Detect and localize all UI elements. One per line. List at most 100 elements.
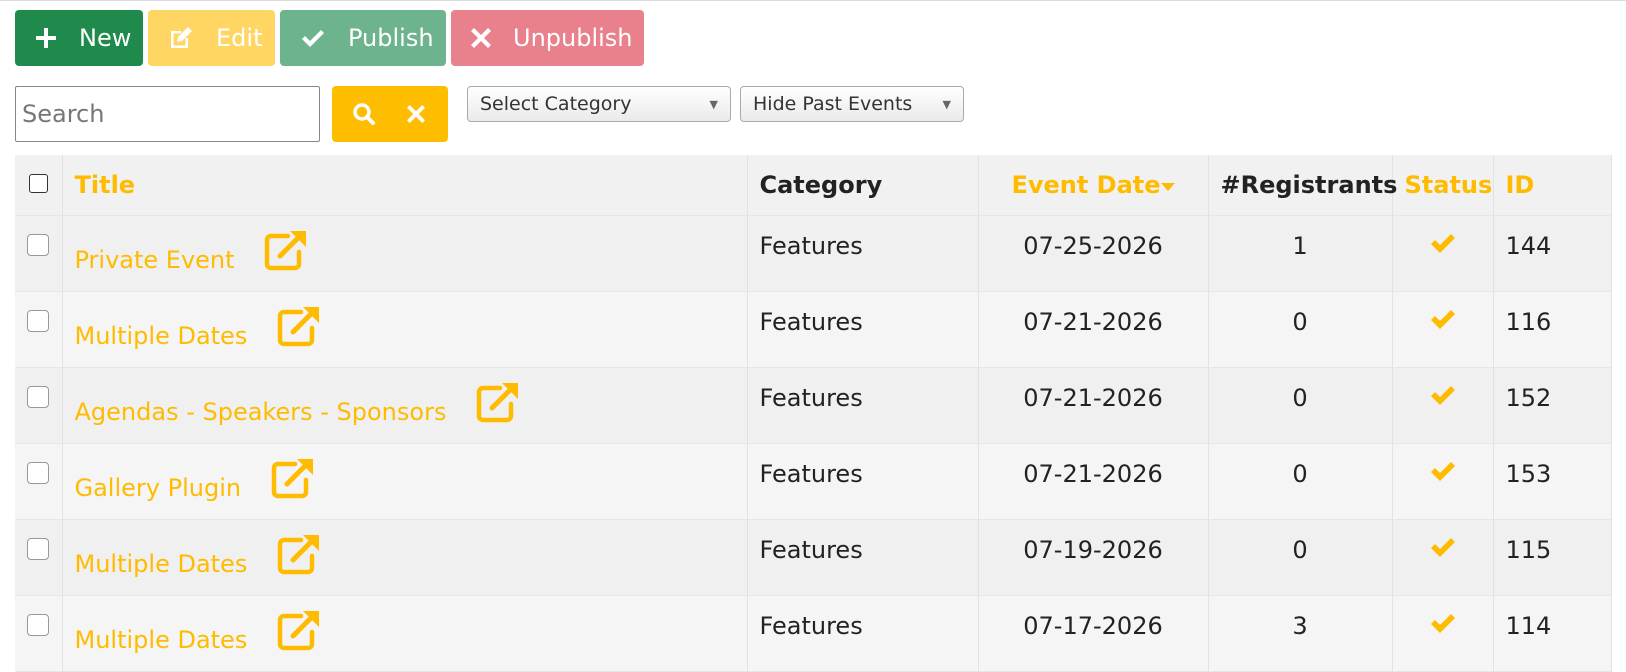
clear-search-icon[interactable] bbox=[396, 94, 436, 134]
check-icon[interactable] bbox=[1430, 308, 1456, 336]
external-link-icon[interactable] bbox=[269, 456, 317, 506]
event-title-link[interactable]: Multiple Dates bbox=[75, 322, 248, 350]
title-cell: Private Event bbox=[62, 215, 748, 292]
table-row: Multiple Dates Features 07-21-2026 0 116 bbox=[15, 291, 1612, 368]
publish-button[interactable]: Publish bbox=[280, 10, 446, 66]
chevron-down-icon: ▼ bbox=[942, 97, 951, 111]
external-link-icon[interactable] bbox=[262, 228, 310, 278]
row-checkbox-cell bbox=[15, 595, 63, 672]
filter-bar: Select Category ▼ Hide Past Events ▼ bbox=[15, 86, 964, 142]
past-events-select-value: Hide Past Events bbox=[753, 93, 913, 115]
event-date-cell: 07-19-2026 bbox=[978, 519, 1209, 596]
edit-button-label: Edit bbox=[216, 24, 263, 52]
row-checkbox[interactable] bbox=[27, 385, 50, 408]
external-link-icon[interactable] bbox=[275, 532, 323, 582]
row-checkbox-cell bbox=[15, 367, 63, 444]
event-date-cell: 07-21-2026 bbox=[978, 367, 1209, 444]
external-link-icon[interactable] bbox=[275, 608, 323, 658]
category-cell: Features bbox=[747, 291, 979, 368]
edit-icon bbox=[168, 25, 194, 51]
select-all-cell bbox=[15, 155, 63, 216]
check-icon bbox=[300, 25, 326, 51]
category-cell: Features bbox=[747, 443, 979, 520]
row-checkbox-cell bbox=[15, 443, 63, 520]
select-all-checkbox[interactable] bbox=[28, 173, 48, 193]
id-cell: 152 bbox=[1493, 367, 1612, 444]
registrants-cell: 0 bbox=[1208, 367, 1393, 444]
event-title-link[interactable]: Agendas - Speakers - Sponsors bbox=[75, 398, 447, 426]
category-header-label: Category bbox=[759, 170, 883, 199]
event-date-cell: 07-17-2026 bbox=[978, 595, 1209, 672]
external-link-icon[interactable] bbox=[474, 380, 522, 430]
id-header-label: ID bbox=[1505, 170, 1535, 199]
toolbar: New Edit Publish Unpublish bbox=[15, 10, 644, 66]
new-button-label: New bbox=[79, 24, 132, 52]
category-cell: Features bbox=[747, 595, 979, 672]
check-icon[interactable] bbox=[1430, 460, 1456, 488]
row-checkbox-cell bbox=[15, 291, 63, 368]
category-select-value: Select Category bbox=[480, 93, 632, 115]
category-cell: Features bbox=[747, 519, 979, 596]
caret-down-icon bbox=[1160, 171, 1175, 199]
row-checkbox-cell bbox=[15, 519, 63, 596]
table-row: Agendas - Speakers - Sponsors Features 0… bbox=[15, 367, 1612, 444]
registrants-cell: 0 bbox=[1208, 519, 1393, 596]
registrants-cell: 1 bbox=[1208, 215, 1393, 292]
id-cell: 153 bbox=[1493, 443, 1612, 520]
chevron-down-icon: ▼ bbox=[709, 97, 718, 111]
status-column-header[interactable]: Status bbox=[1392, 155, 1494, 216]
table-header-row: Title Category Event Date #Registrants S… bbox=[15, 155, 1612, 216]
registrants-column-header: #Registrants bbox=[1208, 155, 1397, 216]
external-link-icon[interactable] bbox=[275, 304, 323, 354]
row-checkbox[interactable] bbox=[27, 537, 50, 560]
check-icon[interactable] bbox=[1430, 384, 1456, 412]
event-title-link[interactable]: Private Event bbox=[75, 246, 235, 274]
event-title-link[interactable]: Gallery Plugin bbox=[75, 474, 242, 502]
event-date-cell: 07-25-2026 bbox=[978, 215, 1209, 292]
unpublish-button-label: Unpublish bbox=[513, 24, 633, 52]
status-cell bbox=[1392, 443, 1494, 520]
table-body: Private Event Features 07-25-2026 1 144 … bbox=[15, 215, 1612, 672]
table-row: Multiple Dates Features 07-17-2026 3 114 bbox=[15, 595, 1612, 672]
event-title-link[interactable]: Multiple Dates bbox=[75, 550, 248, 578]
id-cell: 114 bbox=[1493, 595, 1612, 672]
title-cell: Gallery Plugin bbox=[62, 443, 748, 520]
registrants-cell: 3 bbox=[1208, 595, 1393, 672]
plus-icon bbox=[35, 25, 57, 51]
category-cell: Features bbox=[747, 367, 979, 444]
id-cell: 115 bbox=[1493, 519, 1612, 596]
registrants-cell: 0 bbox=[1208, 291, 1393, 368]
status-cell bbox=[1392, 519, 1494, 596]
title-column-header[interactable]: Title bbox=[62, 155, 748, 216]
id-column-header[interactable]: ID bbox=[1493, 155, 1612, 216]
event-date-column-header[interactable]: Event Date bbox=[978, 155, 1209, 216]
category-cell: Features bbox=[747, 215, 979, 292]
id-cell: 116 bbox=[1493, 291, 1612, 368]
search-icon[interactable] bbox=[344, 94, 384, 134]
check-icon[interactable] bbox=[1430, 232, 1456, 260]
edit-button[interactable]: Edit bbox=[148, 10, 275, 66]
past-events-select[interactable]: Hide Past Events ▼ bbox=[740, 86, 964, 122]
check-icon[interactable] bbox=[1430, 536, 1456, 564]
check-icon[interactable] bbox=[1430, 612, 1456, 640]
table-row: Private Event Features 07-25-2026 1 144 bbox=[15, 215, 1612, 292]
category-column-header: Category bbox=[747, 155, 979, 216]
status-cell bbox=[1392, 595, 1494, 672]
status-cell bbox=[1392, 291, 1494, 368]
publish-button-label: Publish bbox=[348, 24, 434, 52]
event-date-header-label: Event Date bbox=[1011, 170, 1161, 199]
row-checkbox[interactable] bbox=[27, 613, 50, 636]
row-checkbox[interactable] bbox=[27, 461, 50, 484]
row-checkbox[interactable] bbox=[27, 233, 50, 256]
event-title-link[interactable]: Multiple Dates bbox=[75, 626, 248, 654]
search-input[interactable] bbox=[15, 86, 320, 142]
category-select[interactable]: Select Category ▼ bbox=[467, 86, 731, 122]
event-date-cell: 07-21-2026 bbox=[978, 443, 1209, 520]
event-date-cell: 07-21-2026 bbox=[978, 291, 1209, 368]
title-cell: Agendas - Speakers - Sponsors bbox=[62, 367, 748, 444]
unpublish-button[interactable]: Unpublish bbox=[451, 10, 644, 66]
new-button[interactable]: New bbox=[15, 10, 143, 66]
registrants-header-label: #Registrants bbox=[1220, 170, 1398, 199]
row-checkbox[interactable] bbox=[27, 309, 50, 332]
title-cell: Multiple Dates bbox=[62, 291, 748, 368]
